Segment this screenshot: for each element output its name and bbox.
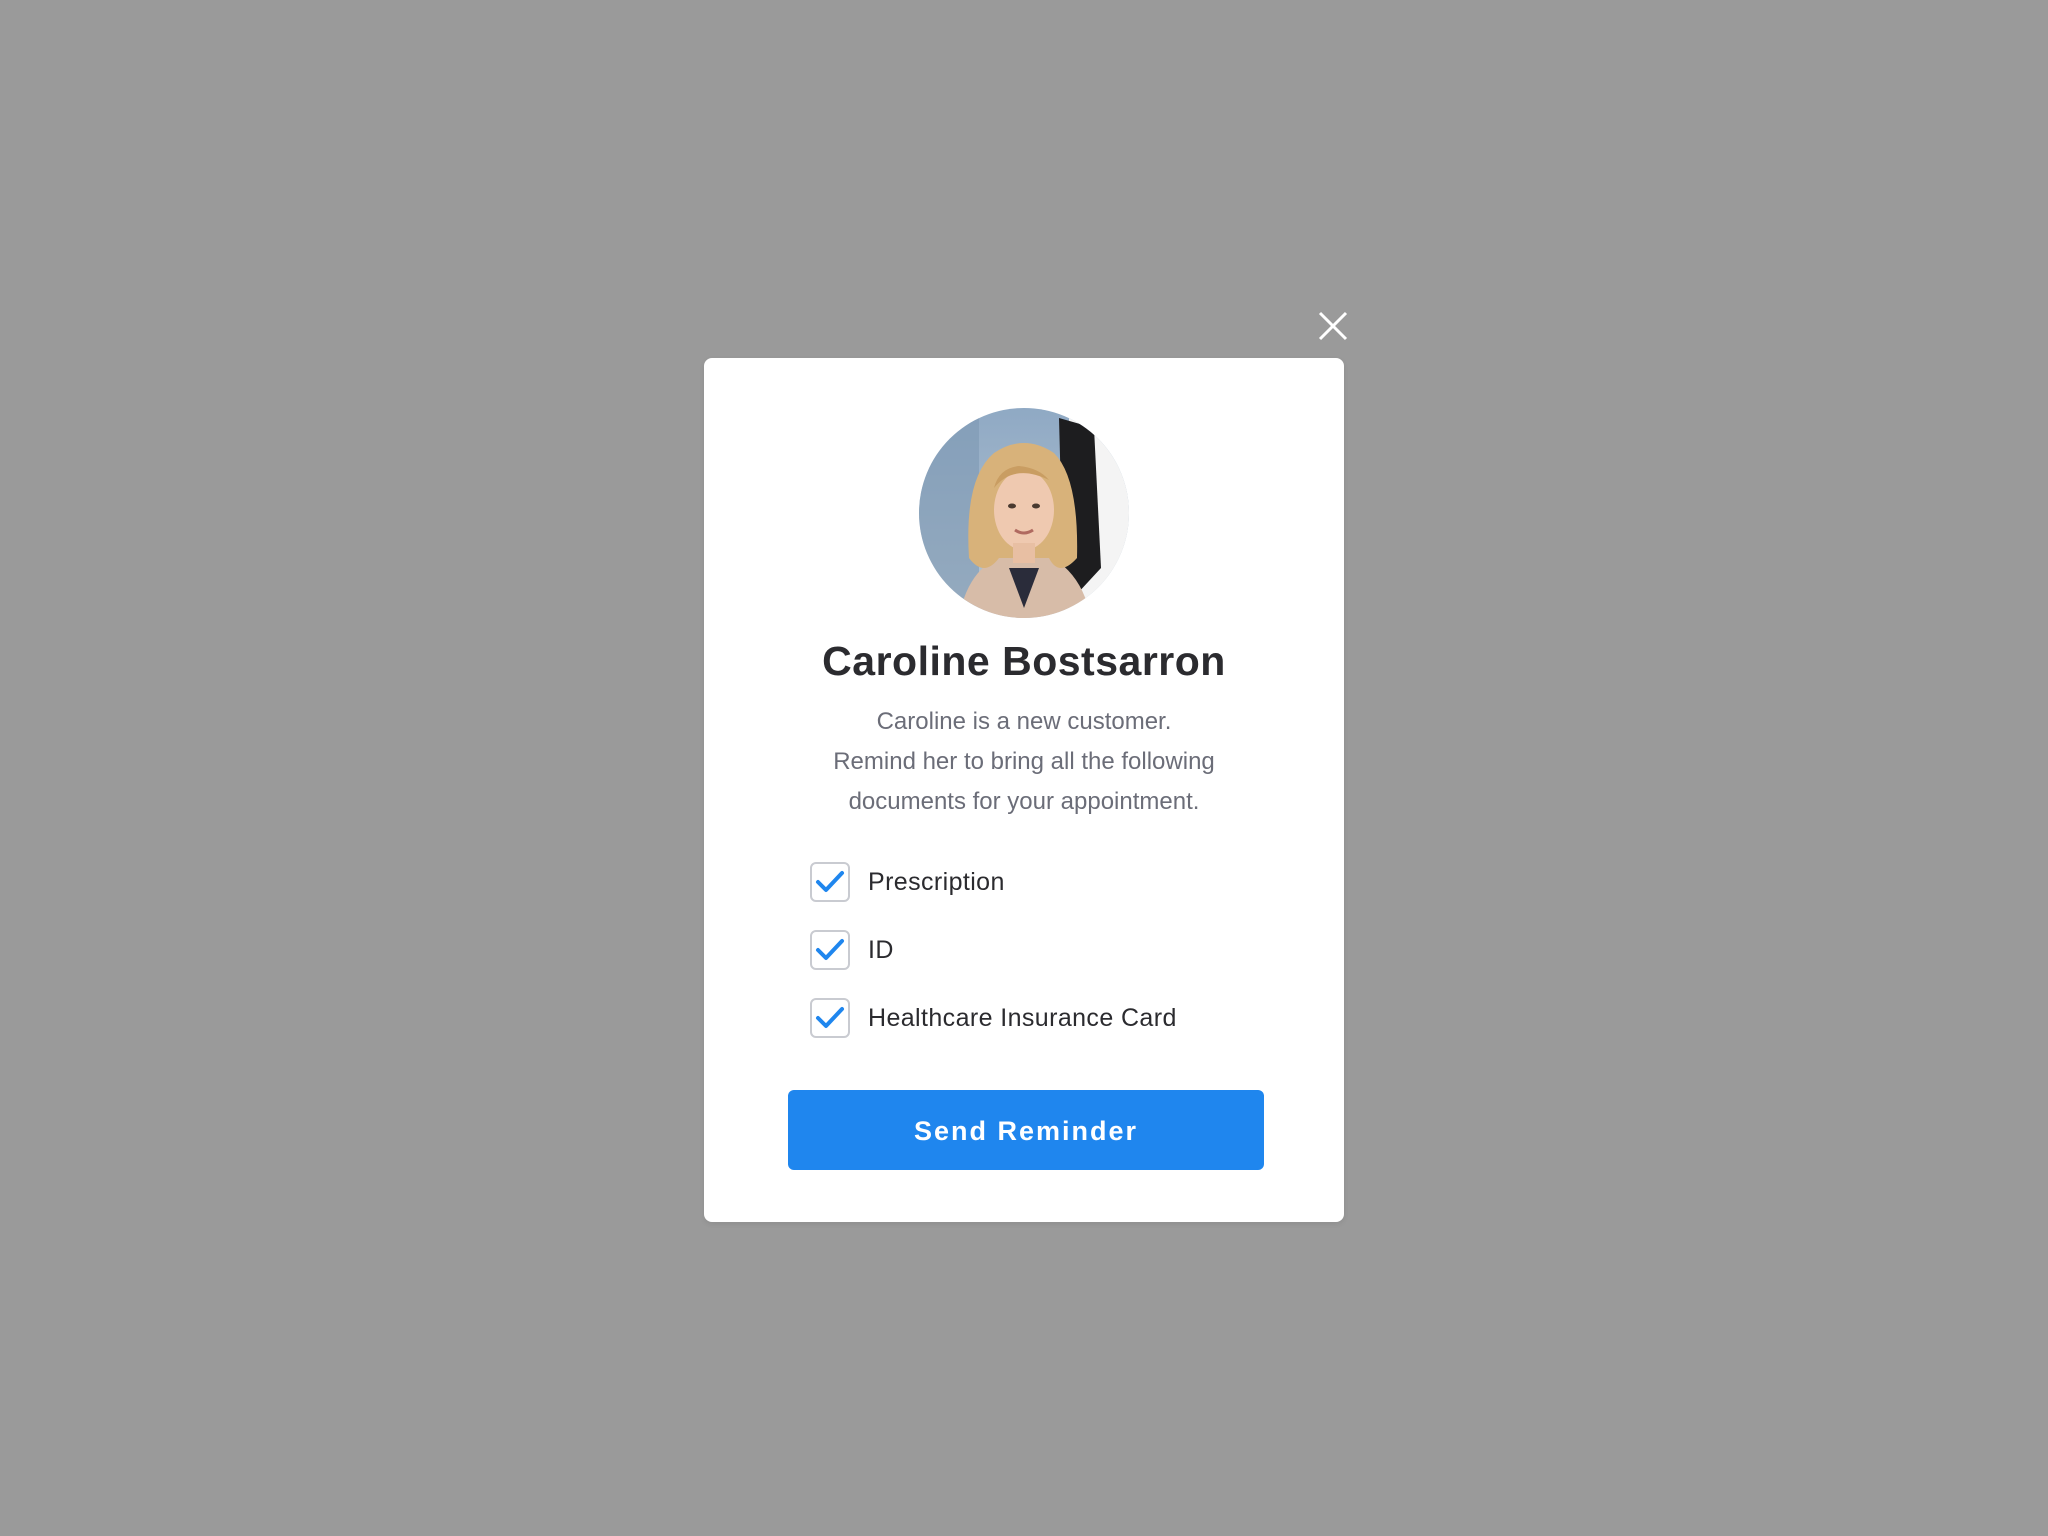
id-checkbox[interactable] bbox=[810, 930, 850, 970]
checklist-item-id[interactable]: ID bbox=[810, 928, 1270, 972]
checklist-item-prescription[interactable]: Prescription bbox=[810, 860, 1270, 904]
reminder-modal: Caroline Bostsarron Caroline is a new cu… bbox=[704, 358, 1344, 1222]
checklist-item-label: Healthcare Insurance Card bbox=[868, 1003, 1177, 1032]
close-icon bbox=[1318, 311, 1348, 341]
avatar bbox=[919, 408, 1129, 618]
customer-photo bbox=[919, 408, 1129, 618]
description-text: Caroline is a new customer. Remind her t… bbox=[744, 702, 1304, 822]
description-line: Remind her to bring all the following bbox=[833, 748, 1215, 775]
customer-name: Caroline Bostsarron bbox=[822, 638, 1226, 684]
description-line: documents for your appointment. bbox=[848, 788, 1200, 815]
checkmark-icon bbox=[816, 1007, 844, 1028]
prescription-checkbox[interactable] bbox=[810, 862, 850, 902]
send-reminder-button[interactable]: Send Reminder bbox=[788, 1090, 1264, 1170]
checkmark-icon bbox=[816, 939, 844, 960]
checklist-item-label: Prescription bbox=[868, 867, 1005, 896]
checklist-item-insurance-card[interactable]: Healthcare Insurance Card bbox=[810, 996, 1270, 1040]
close-button[interactable] bbox=[1316, 309, 1350, 343]
checklist-item-label: ID bbox=[868, 935, 894, 964]
checkmark-icon bbox=[816, 871, 844, 892]
document-checklist: Prescription ID Healthcare Insurance Car… bbox=[810, 860, 1270, 1064]
description-line: Caroline is a new customer. bbox=[876, 708, 1172, 735]
insurance-card-checkbox[interactable] bbox=[810, 998, 850, 1038]
